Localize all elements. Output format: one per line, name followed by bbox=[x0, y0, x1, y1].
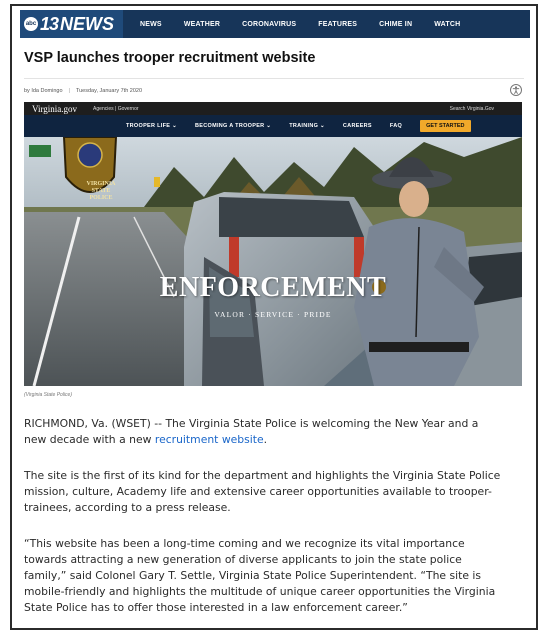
station-logo[interactable]: abc 13 NEWS bbox=[20, 10, 123, 38]
accessibility-icon[interactable] bbox=[510, 84, 522, 96]
byline: by Ida Domingo | Tuesday, January 7th 20… bbox=[24, 88, 142, 94]
paragraph-2: The site is the first of its kind for th… bbox=[24, 469, 501, 514]
image-caption: (Virginia State Police) bbox=[24, 392, 72, 398]
vsp-site-nav: TROOPER LIFE ⌄ BECOMING A TROOPER ⌄ TRAI… bbox=[24, 115, 522, 137]
logo-news: NEWS bbox=[60, 13, 115, 34]
virginia-search: Search Virginia.Gov bbox=[449, 105, 494, 112]
nav-menu: NEWS WEATHER CORONAVIRUS FEATURES CHIME … bbox=[129, 21, 471, 28]
vsp-badge: VIRGINIA STATE POLICE bbox=[74, 181, 128, 202]
vsp-nav-careers: CAREERS bbox=[342, 123, 372, 129]
article-title: VSP launches trooper recruitment website bbox=[24, 50, 316, 66]
publish-date: Tuesday, January 7th 2020 bbox=[75, 88, 143, 94]
hero-image: Virginia.gov Agencies | Governor Search … bbox=[24, 102, 522, 386]
trooper-scene bbox=[24, 137, 522, 386]
agency-links: Agencies | Governor bbox=[93, 105, 139, 112]
paragraph-1-end: . bbox=[263, 433, 268, 446]
hero-headline: ENFORCEMENT bbox=[159, 272, 387, 303]
divider bbox=[24, 78, 524, 79]
virginia-gov-logo: Virginia.gov bbox=[32, 103, 78, 114]
recruitment-website-link[interactable]: recruitment website bbox=[155, 433, 264, 446]
virginia-gov-bar: Virginia.gov Agencies | Governor Search … bbox=[24, 102, 522, 115]
browser-frame: abc 13 NEWS NEWS WEATHER CORONAVIRUS FEA… bbox=[10, 4, 538, 630]
badge-line-3: POLICE bbox=[89, 195, 113, 201]
nav-watch[interactable]: WATCH bbox=[423, 21, 471, 28]
author: by Ida Domingo bbox=[24, 88, 63, 94]
get-started-button: GET STARTED bbox=[420, 120, 471, 132]
nav-coronavirus[interactable]: CORONAVIRUS bbox=[231, 21, 307, 28]
nav-news[interactable]: NEWS bbox=[129, 21, 173, 28]
nav-chime-in[interactable]: CHIME IN bbox=[368, 21, 423, 28]
top-navigation: abc 13 NEWS NEWS WEATHER CORONAVIRUS FEA… bbox=[20, 10, 530, 38]
byline-separator: | bbox=[68, 88, 70, 94]
badge-line-2: STATE bbox=[91, 188, 111, 194]
paragraph-1: RICHMOND, Va. (WSET) -- The Virginia Sta… bbox=[24, 416, 504, 448]
abc-logo-icon: abc bbox=[24, 17, 38, 31]
paragraph-3: “This website has been a long-time comin… bbox=[24, 537, 496, 614]
nav-weather[interactable]: WEATHER bbox=[173, 21, 231, 28]
badge-line-1: VIRGINIA bbox=[86, 181, 116, 187]
logo-number: 13 bbox=[40, 13, 59, 34]
nav-features[interactable]: FEATURES bbox=[307, 21, 368, 28]
vsp-nav-training: TRAINING ⌄ bbox=[289, 123, 325, 129]
vsp-nav-becoming: BECOMING A TROOPER ⌄ bbox=[194, 123, 272, 129]
hero-tagline: VALOR · SERVICE · PRIDE bbox=[214, 310, 332, 319]
vsp-nav-trooper-life: TROOPER LIFE ⌄ bbox=[126, 123, 177, 129]
vsp-nav-faq: FAQ bbox=[389, 123, 403, 129]
